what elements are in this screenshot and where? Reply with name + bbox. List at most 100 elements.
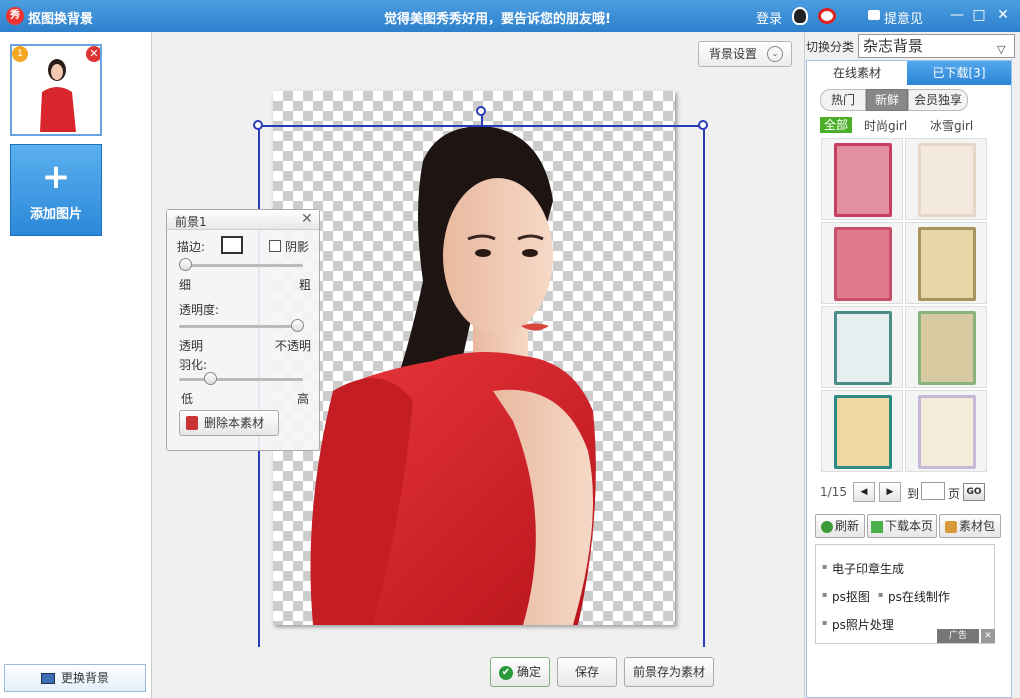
- shadow-label: 阴影: [285, 240, 310, 254]
- change-background-label: 更换背景: [60, 671, 109, 685]
- tab-online-materials[interactable]: 在线素材: [807, 61, 907, 85]
- check-icon: ✔: [498, 665, 513, 680]
- ad-link-ps-cutout[interactable]: ps抠图: [822, 588, 870, 605]
- chevron-down-icon: ⌄: [767, 46, 783, 62]
- foreground-panel-title: 前景1: [175, 215, 207, 229]
- image-thumbnail[interactable]: 1 ✕: [10, 44, 102, 136]
- next-page-button[interactable]: ▶: [879, 482, 901, 502]
- foreground-panel-header[interactable]: 前景1 ✕: [167, 210, 319, 230]
- login-link[interactable]: 登录: [756, 8, 782, 27]
- thumbnail-index-badge: 1: [12, 46, 28, 62]
- material-thumbnail[interactable]: [821, 138, 903, 220]
- oval-vintage-thumb: [918, 311, 976, 385]
- rotate-handle[interactable]: [476, 106, 486, 116]
- teal-frame-thumb: [834, 395, 892, 469]
- close-icon[interactable]: ✕: [301, 211, 313, 227]
- refresh-button[interactable]: 刷新: [815, 514, 865, 538]
- subtab-hot[interactable]: 热门: [820, 89, 866, 111]
- add-image-button[interactable]: + 添加图片: [10, 144, 102, 236]
- stroke-slider-knob[interactable]: [179, 258, 193, 271]
- page-number-input[interactable]: [921, 482, 945, 500]
- resize-handle-top-right[interactable]: [698, 120, 708, 130]
- material-thumbnail[interactable]: [905, 222, 987, 304]
- opacity-min-label: 透明: [179, 339, 204, 353]
- ad-link-ps-photo[interactable]: ps照片处理: [822, 616, 894, 633]
- shadow-checkbox[interactable]: [269, 240, 281, 252]
- parchment-frame-thumb: [918, 227, 976, 301]
- app-logo-icon: 秀: [6, 7, 24, 25]
- stroke-color-swatch[interactable]: [221, 236, 243, 254]
- thumbnail-portrait: [40, 59, 76, 132]
- change-background-button[interactable]: 更换背景: [4, 664, 146, 692]
- ad-link-ps-online[interactable]: ps在线制作: [878, 588, 950, 605]
- image-list-panel: 1 ✕ + 添加图片 更换背景: [0, 32, 152, 698]
- background-settings-button[interactable]: 背景设置 ⌄: [698, 41, 792, 67]
- material-thumbnail[interactable]: [821, 390, 903, 472]
- tab-downloaded[interactable]: 已下载[3]: [907, 61, 1011, 85]
- opacity-slider-knob[interactable]: [290, 319, 304, 332]
- stroke-label: 描边:: [177, 240, 206, 254]
- refresh-label: 刷新: [834, 519, 859, 533]
- ad-box: 电子印章生成 ps抠图 ps在线制作 ps照片处理 广告 ✕: [815, 544, 995, 644]
- opacity-max-label: 不透明: [275, 339, 312, 353]
- go-button[interactable]: GO: [963, 483, 985, 501]
- page-unit-label: 页: [948, 487, 961, 501]
- category-label: 切换分类: [806, 40, 855, 54]
- confirm-button[interactable]: ✔ 确定: [490, 657, 550, 687]
- opacity-slider-track[interactable]: [179, 325, 303, 328]
- material-thumbnail[interactable]: [821, 306, 903, 388]
- subtab-members[interactable]: 会员独享: [908, 89, 968, 111]
- material-thumbnail[interactable]: [905, 390, 987, 472]
- page-indicator: 1/15: [820, 485, 847, 499]
- material-thumbnail[interactable]: [821, 222, 903, 304]
- weibo-icon[interactable]: [818, 8, 836, 24]
- save-button[interactable]: 保存: [557, 657, 617, 687]
- stroke-slider-track[interactable]: [179, 264, 303, 267]
- opacity-label: 透明度:: [179, 303, 220, 317]
- feedback-link[interactable]: 提意见: [884, 8, 923, 27]
- minimize-button[interactable]: —: [948, 6, 966, 24]
- feather-slider-track[interactable]: [179, 378, 303, 381]
- material-pack-label: 素材包: [958, 519, 995, 533]
- filter-ice-girl[interactable]: 冰雪girl: [930, 117, 973, 134]
- lace-frame-thumb: [918, 395, 976, 469]
- resize-handle-top-left[interactable]: [253, 120, 263, 130]
- selection-right-edge[interactable]: [703, 125, 705, 647]
- ad-tag: 广告: [937, 629, 979, 643]
- ice-cream-vintage-thumb: [918, 143, 976, 217]
- save-foreground-button[interactable]: 前景存为素材: [624, 657, 714, 687]
- close-ad-icon[interactable]: ✕: [981, 629, 995, 643]
- material-pack-button[interactable]: 素材包: [939, 514, 1001, 538]
- category-select[interactable]: 杂志背景 ▽: [858, 34, 1015, 58]
- prev-page-button[interactable]: ◀: [853, 482, 875, 502]
- remove-image-button[interactable]: ✕: [86, 46, 100, 62]
- package-icon: [944, 520, 957, 533]
- subtab-new[interactable]: 新鲜: [866, 89, 908, 111]
- goto-label: 到: [907, 487, 920, 501]
- close-window-button[interactable]: ✕: [994, 6, 1012, 24]
- foreground-cutout-portrait[interactable]: [273, 91, 675, 625]
- foreground-properties-panel: 前景1 ✕ 描边: 阴影 细 粗 透明度: 透明 不透明 羽化: 低 高 删除本…: [166, 209, 320, 451]
- delete-material-button[interactable]: 删除本素材: [179, 410, 279, 436]
- delicious-poster-thumb: [834, 227, 892, 301]
- ice-cream-poster-thumb: [834, 143, 892, 217]
- feather-label: 羽化:: [179, 358, 208, 372]
- ad-link-seal[interactable]: 电子印章生成: [822, 560, 904, 577]
- delete-material-label: 删除本素材: [204, 416, 265, 430]
- filter-fashion-girl[interactable]: 时尚girl: [864, 117, 907, 134]
- feather-max-label: 高: [297, 392, 310, 406]
- download-page-button[interactable]: 下载本页: [867, 514, 937, 538]
- filter-all[interactable]: 全部: [820, 117, 852, 133]
- category-value: 杂志背景: [863, 37, 924, 55]
- plus-icon: +: [41, 157, 71, 197]
- stroke-max-label: 粗: [299, 278, 312, 292]
- chevron-down-icon: ▽: [997, 43, 1006, 56]
- qq-icon[interactable]: [792, 7, 808, 25]
- material-thumbnail[interactable]: [905, 306, 987, 388]
- material-thumbnail[interactable]: [905, 138, 987, 220]
- maximize-button[interactable]: □: [970, 6, 988, 24]
- background-settings-label: 背景设置: [709, 47, 758, 61]
- refresh-icon: [820, 520, 833, 533]
- feather-slider-knob[interactable]: [204, 372, 217, 385]
- title-bar: 秀 抠图换背景 觉得美图秀秀好用，要告诉您的朋友哦! 登录 提意见 — □ ✕: [0, 0, 1020, 32]
